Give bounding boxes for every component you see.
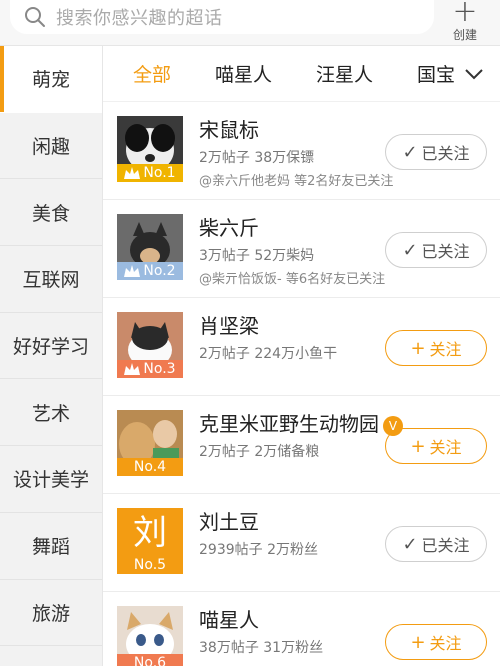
create-label: 创建 <box>452 28 477 42</box>
topic-stats: 2万帖子 224万小鱼干 <box>199 346 338 362</box>
avatar: 刘 No.5 <box>117 508 183 574</box>
tab-pandas[interactable]: 国宝 <box>417 60 455 87</box>
rank-badge: No.2 <box>117 262 183 280</box>
plus-icon: + <box>452 0 478 29</box>
sidebar-item-label: 舞蹈 <box>31 536 70 559</box>
list-item[interactable]: No.3 肖坚梁 2万帖子 224万小鱼干 + 关注 <box>103 298 500 396</box>
chevron-down-icon[interactable] <box>462 62 486 86</box>
plus-icon: + <box>410 337 426 359</box>
sidebar-item-dance[interactable]: 舞蹈 <box>0 513 102 580</box>
rank-badge: No.3 <box>117 360 183 378</box>
sidebar-item-travel[interactable]: 旅游 <box>0 580 102 647</box>
top-bar: 搜索你感兴趣的超话 + 创建 <box>0 0 500 46</box>
friends-note: @亲六斤他老妈 等2名好友已关注 <box>199 174 394 189</box>
rank-badge: No.6 <box>117 654 183 666</box>
tab-cats[interactable]: 喵星人 <box>215 60 272 87</box>
category-sidebar: 萌宠 闲趣 美食 互联网 好好学习 艺术 设计美学 舞蹈 旅游 <box>0 46 102 666</box>
list-item[interactable]: No.2 柴六斤 3万帖子 52万柴妈 @柴亓恰饭饭- 等6名好友已关注 ✓ 已关… <box>103 200 500 298</box>
avatar-letter: 刘 <box>133 513 167 553</box>
sidebar-item-pets[interactable]: 萌宠 <box>0 46 102 113</box>
friends-note: @柴亓恰饭饭- 等6名好友已关注 <box>199 272 386 287</box>
topic-name: 刘土豆 <box>199 510 259 534</box>
topic-stats: 38万帖子 31万粉丝 <box>199 640 324 656</box>
sidebar-item-label: 萌宠 <box>31 69 70 92</box>
avatar: No.2 <box>117 214 183 280</box>
follow-button[interactable]: + 关注 <box>385 624 487 660</box>
rank-badge: No.5 <box>117 556 183 574</box>
sidebar-item-art[interactable]: 艺术 <box>0 379 102 447</box>
follow-button[interactable]: + 关注 <box>385 330 487 366</box>
list-item[interactable]: No.6 喵星人 38万帖子 31万粉丝 + 关注 <box>103 592 500 666</box>
sidebar-item-label: 艺术 <box>31 402 70 425</box>
topic-name: 柴六斤 <box>199 216 259 240</box>
check-icon: ✓ <box>402 239 418 261</box>
tab-bar: 全部 喵星人 汪星人 国宝 <box>103 46 500 102</box>
list-item[interactable]: No.1 宋鼠标 2万帖子 38万保镖 @亲六斤他老妈 等2名好友已关注 ✓ 已关… <box>103 102 500 200</box>
topic-stats: 2万帖子 2万储备粮 <box>199 444 320 460</box>
list-item[interactable]: 刘 No.5 刘土豆 2939帖子 2万粉丝 ✓ 已关注 <box>103 494 500 592</box>
avatar: No.6 <box>117 606 183 666</box>
topic-list: No.1 宋鼠标 2万帖子 38万保镖 @亲六斤他老妈 等2名好友已关注 ✓ 已关… <box>103 102 500 666</box>
rank-badge: No.1 <box>117 164 183 182</box>
topic-name: 宋鼠标 <box>199 118 259 142</box>
topic-name: 喵星人 <box>199 608 259 632</box>
create-button[interactable]: + 创建 <box>448 0 482 44</box>
sidebar-item-label: 美食 <box>31 202 70 225</box>
follow-button[interactable]: + 关注 <box>385 428 487 464</box>
list-item[interactable]: No.4 克里米亚野生动物园 V 2万帖子 2万储备粮 + 关注 <box>103 396 500 494</box>
sidebar-item-label: 设计美学 <box>12 469 89 492</box>
search-icon <box>25 7 45 27</box>
avatar: No.3 <box>117 312 183 378</box>
search-input[interactable]: 搜索你感兴趣的超话 <box>10 0 434 34</box>
topic-stats: 3万帖子 52万柴妈 <box>199 248 315 264</box>
sidebar-item-label: 旅游 <box>31 602 70 625</box>
rank-badge: No.4 <box>117 458 183 476</box>
avatar: No.4 <box>117 410 183 476</box>
crown-icon <box>124 363 141 375</box>
tab-dogs[interactable]: 汪星人 <box>316 60 373 87</box>
followed-button[interactable]: ✓ 已关注 <box>385 134 487 170</box>
sidebar-item-label: 互联网 <box>22 269 80 292</box>
sidebar-item-internet[interactable]: 互联网 <box>0 246 102 313</box>
sidebar-item-leisure[interactable]: 闲趣 <box>0 113 102 180</box>
topic-name: 肖坚梁 <box>199 314 259 338</box>
topic-stats: 2939帖子 2万粉丝 <box>199 542 318 558</box>
plus-icon: + <box>410 435 426 457</box>
sidebar-item-design[interactable]: 设计美学 <box>0 446 102 513</box>
sidebar-item-study[interactable]: 好好学习 <box>0 313 102 380</box>
search-placeholder: 搜索你感兴趣的超话 <box>56 8 223 29</box>
sidebar-item-label: 闲趣 <box>31 136 70 159</box>
crown-icon <box>124 265 141 277</box>
sidebar-item-label: 好好学习 <box>12 336 89 359</box>
plus-icon: + <box>410 631 426 653</box>
crown-icon <box>124 167 141 179</box>
sidebar-item-food[interactable]: 美食 <box>0 179 102 247</box>
main-panel: 全部 喵星人 汪星人 国宝 No.1 宋鼠标 2万帖子 38万保镖 @亲六斤他老… <box>102 46 500 666</box>
followed-button[interactable]: ✓ 已关注 <box>385 232 487 268</box>
check-icon: ✓ <box>402 141 418 163</box>
followed-button[interactable]: ✓ 已关注 <box>385 526 487 562</box>
avatar: No.1 <box>117 116 183 182</box>
tab-all[interactable]: 全部 <box>133 60 171 87</box>
check-icon: ✓ <box>402 533 418 555</box>
topic-stats: 2万帖子 38万保镖 <box>199 150 315 166</box>
topic-name: 克里米亚野生动物园 V <box>199 408 403 437</box>
